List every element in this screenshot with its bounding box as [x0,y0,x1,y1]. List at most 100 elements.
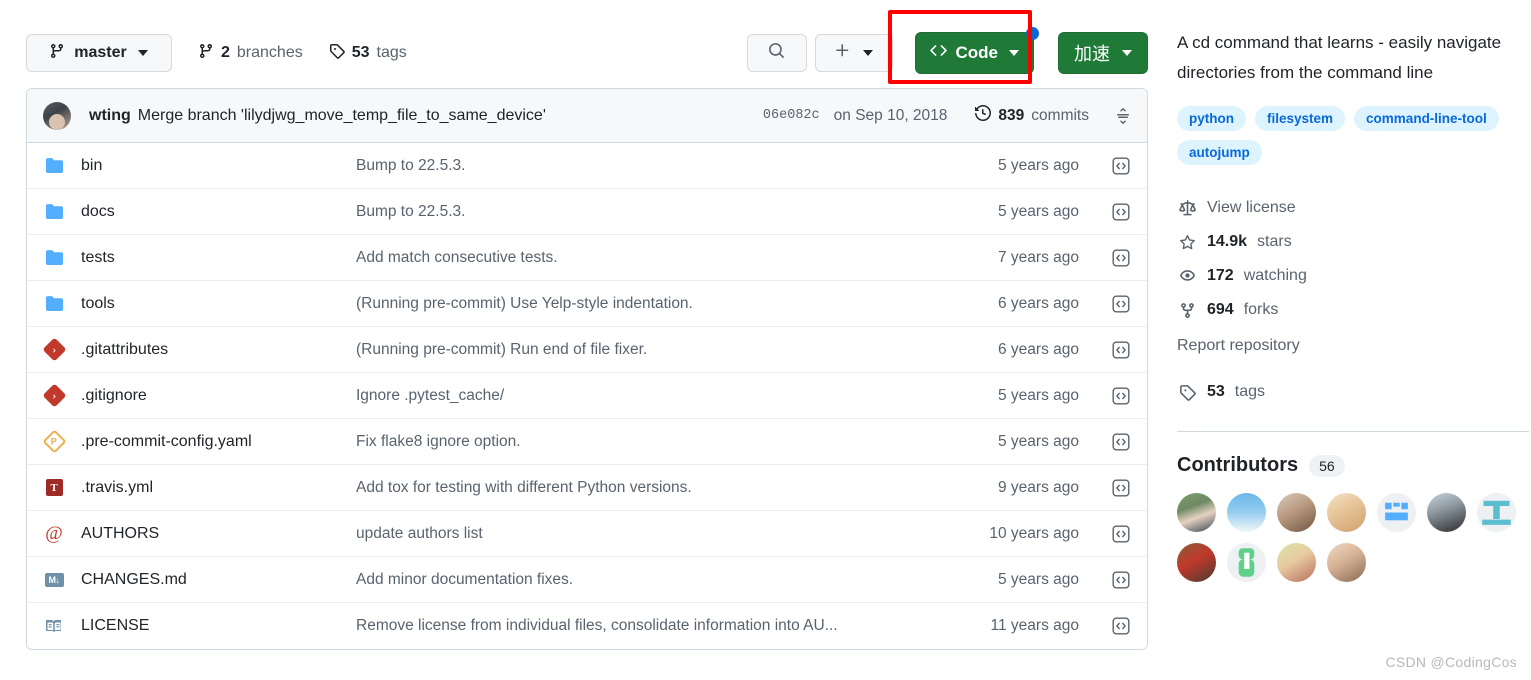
stat-item[interactable]: 172 watching [1177,259,1531,293]
code-button-label: Code [955,43,999,62]
file-name[interactable]: docs [81,203,356,221]
file-commit-message[interactable]: Add tox for testing with different Pytho… [356,479,951,497]
file-name[interactable]: .travis.yml [81,479,356,497]
file-name[interactable]: tools [81,295,356,313]
file-name[interactable]: .gitignore [81,387,356,405]
contributor-avatar-8[interactable] [1177,543,1216,582]
file-name[interactable]: LICENSE [81,617,356,635]
file-row[interactable]: docs Bump to 22.5.3. 5 years ago [27,189,1147,235]
file-code-icon[interactable] [1079,386,1131,406]
search-button[interactable] [746,34,807,72]
file-commit-message[interactable]: Add minor documentation fixes. [356,571,951,589]
file-listing-table: wting Merge branch 'lilydjwg_move_temp_f… [26,88,1148,650]
file-row[interactable]: @ AUTHORS update authors list 10 years ago [27,511,1147,557]
file-code-icon[interactable] [1079,478,1131,498]
file-commit-message[interactable]: Add match consecutive tests. [356,249,951,267]
eye-icon [1177,268,1197,285]
file-code-icon[interactable] [1079,432,1131,452]
file-row[interactable]: T .travis.yml Add tox for testing with dif… [27,465,1147,511]
contributor-avatar-3[interactable] [1277,493,1316,532]
folder-icon [43,249,65,266]
report-repository-link[interactable]: Report repository [1177,331,1531,361]
file-commit-message[interactable]: Bump to 22.5.3. [356,203,951,221]
file-name[interactable]: bin [81,157,356,175]
add-file-button[interactable] [814,34,893,72]
file-code-icon[interactable] [1079,524,1131,544]
file-code-icon[interactable] [1079,340,1131,360]
tags-link[interactable]: 53 tags [329,43,407,64]
file-row[interactable]: M↓ CHANGES.md Add minor documentation fixe… [27,557,1147,603]
file-code-icon[interactable] [1079,294,1131,314]
repository-sidebar: A cd command that learns - easily naviga… [1177,28,1531,582]
contributor-avatar-5[interactable] [1377,493,1416,532]
topic-tag[interactable]: filesystem [1255,106,1346,131]
file-code-icon[interactable] [1079,616,1131,636]
contributors-count-badge: 56 [1309,454,1345,477]
file-row[interactable]: tools (Running pre-commit) Use Yelp-style… [27,281,1147,327]
code-button[interactable]: Code [914,27,1039,74]
accelerate-button[interactable]: 加速 [1058,32,1148,74]
topic-tag[interactable]: autojump [1177,140,1262,165]
file-commit-message[interactable]: Fix flake8 ignore option. [356,433,951,451]
file-code-icon[interactable] [1079,156,1131,176]
stat-item[interactable]: 14.9k stars [1177,225,1531,259]
commit-message[interactable]: Merge branch 'lilydjwg_move_temp_file_to… [138,107,546,125]
tags-stat-link[interactable]: 53 tags [1177,375,1531,409]
file-name[interactable]: .pre-commit-config.yaml [81,433,356,451]
file-name[interactable]: AUTHORS [81,525,356,543]
file-code-icon[interactable] [1079,570,1131,590]
branches-count: 2 [221,44,230,61]
file-row[interactable]: › .gitattributes (Running pre-commit) Run … [27,327,1147,373]
branches-link[interactable]: 2 branches [198,43,303,64]
stat-item[interactable]: 694 forks [1177,293,1531,327]
contributor-avatar-4[interactable] [1327,493,1366,532]
stat-value: 14.9k [1207,233,1248,250]
file-row[interactable]: P .pre-commit-config.yaml Fix flake8 ignor… [27,419,1147,465]
contributors-title[interactable]: Contributors [1177,454,1298,477]
file-commit-age: 11 years ago [990,617,1079,634]
stat-label: stars [1257,233,1292,250]
chevron-down-icon [1009,50,1019,56]
stat-item[interactable]: View license [1177,191,1531,225]
file-commit-age: 7 years ago [998,248,1079,266]
license-file-icon [43,618,65,634]
contributor-avatar-9[interactable] [1227,543,1266,582]
contributor-avatar-6[interactable] [1427,493,1466,532]
contributor-avatar-7[interactable] [1477,493,1516,532]
commit-author-avatar[interactable] [43,101,71,130]
collapse-icon[interactable] [1115,107,1131,124]
file-commit-message[interactable]: (Running pre-commit) Use Yelp-style inde… [356,295,951,313]
stat-value: 172 [1207,267,1234,284]
file-row[interactable]: bin Bump to 22.5.3. 5 years ago [27,143,1147,189]
plus-icon [834,42,851,64]
file-name[interactable]: CHANGES.md [81,571,356,589]
contributor-avatar-11[interactable] [1327,543,1366,582]
file-code-icon[interactable] [1079,202,1131,222]
commit-author-name[interactable]: wting [89,107,131,125]
authors-file-icon: @ [45,523,63,544]
file-row[interactable]: › .gitignore Ignore .pytest_cache/5 years … [27,373,1147,419]
commit-sha[interactable]: 06e082c [763,108,820,123]
contributor-avatar-2[interactable] [1227,493,1266,532]
file-code-icon[interactable] [1079,248,1131,268]
file-commit-message[interactable]: update authors list [356,525,951,543]
branch-icon [198,43,214,64]
commit-meta: 06e082c on Sep 10, 2018 839 commits [763,104,1131,126]
topic-tag[interactable]: python [1177,106,1246,131]
contributor-avatar-1[interactable] [1177,493,1216,532]
topic-tags-list: python filesystem command-line-tool autojum… [1177,106,1531,165]
file-name[interactable]: .gitattributes [81,341,356,359]
file-name[interactable]: tests [81,249,356,267]
repository-page: master 2 branches 53 tags Code 加速 wting … [0,0,1531,680]
file-commit-message[interactable]: (Running pre-commit) Run end of file fix… [356,341,951,359]
file-commit-message[interactable]: Remove license from individual files, co… [356,617,951,635]
topic-tag[interactable]: command-line-tool [1354,106,1499,131]
file-row[interactable]: tests Add match consecutive tests. 7 years… [27,235,1147,281]
commit-history-link[interactable]: 839 commits [975,104,1089,126]
file-commit-message[interactable]: Bump to 22.5.3. [356,157,951,175]
commits-label: commits [1031,106,1089,124]
file-commit-message[interactable]: Ignore .pytest_cache/ [356,387,951,405]
file-row[interactable]: LICENSE Remove license from individual fi… [27,603,1147,649]
branch-selector-button[interactable]: master [26,34,172,72]
contributor-avatar-10[interactable] [1277,543,1316,582]
